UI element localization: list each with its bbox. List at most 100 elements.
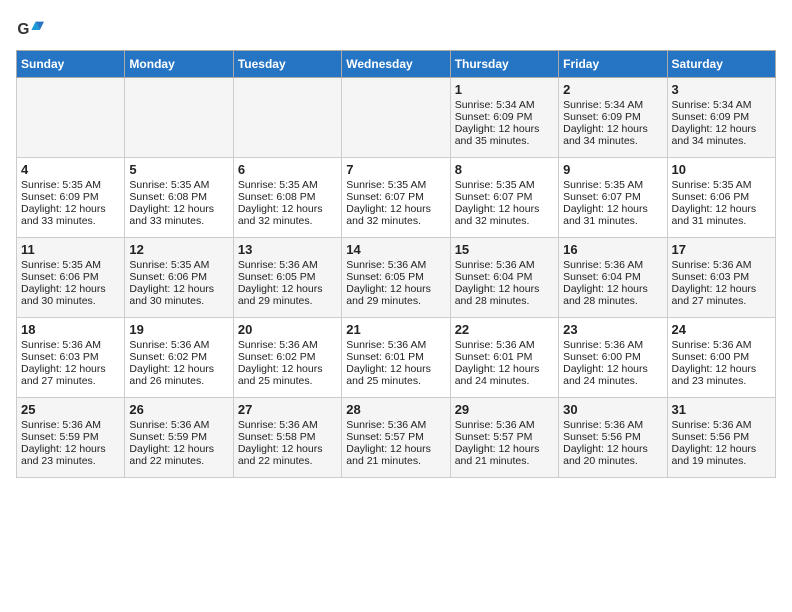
calendar-cell: 10Sunrise: 5:35 AMSunset: 6:06 PMDayligh…: [667, 158, 775, 238]
day-number: 14: [346, 242, 445, 257]
calendar-cell: 18Sunrise: 5:36 AMSunset: 6:03 PMDayligh…: [17, 318, 125, 398]
day-info: Daylight: 12 hours: [21, 283, 120, 295]
calendar-cell: 23Sunrise: 5:36 AMSunset: 6:00 PMDayligh…: [559, 318, 667, 398]
calendar-cell: 8Sunrise: 5:35 AMSunset: 6:07 PMDaylight…: [450, 158, 558, 238]
day-info: and 26 minutes.: [129, 375, 228, 387]
day-info: Sunrise: 5:36 AM: [455, 419, 554, 431]
day-number: 2: [563, 82, 662, 97]
day-info: and 30 minutes.: [129, 295, 228, 307]
day-info: and 29 minutes.: [238, 295, 337, 307]
day-info: Sunrise: 5:36 AM: [455, 259, 554, 271]
day-info: and 23 minutes.: [672, 375, 771, 387]
day-info: and 31 minutes.: [563, 215, 662, 227]
calendar-cell: 25Sunrise: 5:36 AMSunset: 5:59 PMDayligh…: [17, 398, 125, 478]
day-info: and 32 minutes.: [238, 215, 337, 227]
calendar-cell: [342, 78, 450, 158]
calendar-cell: 12Sunrise: 5:35 AMSunset: 6:06 PMDayligh…: [125, 238, 233, 318]
calendar-cell: 4Sunrise: 5:35 AMSunset: 6:09 PMDaylight…: [17, 158, 125, 238]
day-info: Sunset: 6:04 PM: [455, 271, 554, 283]
day-info: Daylight: 12 hours: [672, 123, 771, 135]
day-info: Daylight: 12 hours: [346, 283, 445, 295]
day-info: Sunrise: 5:36 AM: [238, 419, 337, 431]
day-info: Sunrise: 5:35 AM: [455, 179, 554, 191]
day-info: Daylight: 12 hours: [21, 203, 120, 215]
day-info: Sunrise: 5:36 AM: [346, 339, 445, 351]
day-info: Daylight: 12 hours: [129, 443, 228, 455]
day-info: Daylight: 12 hours: [455, 283, 554, 295]
day-info: and 25 minutes.: [346, 375, 445, 387]
day-info: Sunset: 6:01 PM: [455, 351, 554, 363]
day-info: Sunset: 6:08 PM: [238, 191, 337, 203]
day-info: Daylight: 12 hours: [129, 203, 228, 215]
day-info: Daylight: 12 hours: [238, 363, 337, 375]
day-info: Sunrise: 5:35 AM: [129, 259, 228, 271]
calendar-cell: 17Sunrise: 5:36 AMSunset: 6:03 PMDayligh…: [667, 238, 775, 318]
day-info: and 22 minutes.: [238, 455, 337, 467]
page-header: G: [16, 16, 776, 44]
day-info: and 21 minutes.: [455, 455, 554, 467]
calendar-cell: 21Sunrise: 5:36 AMSunset: 6:01 PMDayligh…: [342, 318, 450, 398]
calendar-cell: 11Sunrise: 5:35 AMSunset: 6:06 PMDayligh…: [17, 238, 125, 318]
day-info: Daylight: 12 hours: [672, 203, 771, 215]
day-info: Sunrise: 5:36 AM: [129, 419, 228, 431]
header-wednesday: Wednesday: [342, 51, 450, 78]
day-info: Sunset: 5:59 PM: [21, 431, 120, 443]
day-info: Daylight: 12 hours: [672, 363, 771, 375]
day-info: Sunrise: 5:36 AM: [21, 339, 120, 351]
day-number: 16: [563, 242, 662, 257]
day-info: and 21 minutes.: [346, 455, 445, 467]
calendar-cell: 30Sunrise: 5:36 AMSunset: 5:56 PMDayligh…: [559, 398, 667, 478]
day-info: Sunrise: 5:36 AM: [238, 259, 337, 271]
day-info: Sunset: 6:05 PM: [346, 271, 445, 283]
day-info: Daylight: 12 hours: [455, 363, 554, 375]
svg-text:G: G: [17, 21, 29, 38]
day-info: Sunrise: 5:34 AM: [672, 99, 771, 111]
day-info: and 24 minutes.: [455, 375, 554, 387]
day-info: Sunset: 6:05 PM: [238, 271, 337, 283]
calendar-table: SundayMondayTuesdayWednesdayThursdayFrid…: [16, 50, 776, 478]
day-number: 3: [672, 82, 771, 97]
day-number: 27: [238, 402, 337, 417]
day-info: Sunset: 6:03 PM: [672, 271, 771, 283]
day-info: Daylight: 12 hours: [563, 443, 662, 455]
day-info: Sunset: 6:07 PM: [563, 191, 662, 203]
day-info: Sunset: 6:03 PM: [21, 351, 120, 363]
calendar-week-row: 25Sunrise: 5:36 AMSunset: 5:59 PMDayligh…: [17, 398, 776, 478]
day-info: Sunrise: 5:36 AM: [672, 339, 771, 351]
day-number: 19: [129, 322, 228, 337]
day-info: Sunset: 5:56 PM: [563, 431, 662, 443]
day-info: Daylight: 12 hours: [563, 363, 662, 375]
day-info: and 33 minutes.: [21, 215, 120, 227]
day-info: Sunrise: 5:35 AM: [129, 179, 228, 191]
calendar-cell: 26Sunrise: 5:36 AMSunset: 5:59 PMDayligh…: [125, 398, 233, 478]
calendar-cell: 19Sunrise: 5:36 AMSunset: 6:02 PMDayligh…: [125, 318, 233, 398]
day-info: Sunset: 6:02 PM: [238, 351, 337, 363]
day-info: Sunrise: 5:36 AM: [238, 339, 337, 351]
calendar-cell: 16Sunrise: 5:36 AMSunset: 6:04 PMDayligh…: [559, 238, 667, 318]
day-info: Daylight: 12 hours: [455, 123, 554, 135]
day-info: Sunset: 6:06 PM: [672, 191, 771, 203]
day-number: 28: [346, 402, 445, 417]
calendar-week-row: 18Sunrise: 5:36 AMSunset: 6:03 PMDayligh…: [17, 318, 776, 398]
day-info: Sunrise: 5:35 AM: [563, 179, 662, 191]
day-number: 6: [238, 162, 337, 177]
day-info: Sunset: 6:04 PM: [563, 271, 662, 283]
calendar-cell: 2Sunrise: 5:34 AMSunset: 6:09 PMDaylight…: [559, 78, 667, 158]
day-info: Daylight: 12 hours: [563, 283, 662, 295]
day-info: Sunrise: 5:36 AM: [346, 419, 445, 431]
day-info: Sunset: 6:07 PM: [455, 191, 554, 203]
day-info: and 27 minutes.: [21, 375, 120, 387]
header-friday: Friday: [559, 51, 667, 78]
day-number: 4: [21, 162, 120, 177]
calendar-cell: 7Sunrise: 5:35 AMSunset: 6:07 PMDaylight…: [342, 158, 450, 238]
day-info: Daylight: 12 hours: [346, 203, 445, 215]
day-info: Sunrise: 5:36 AM: [346, 259, 445, 271]
day-number: 24: [672, 322, 771, 337]
header-tuesday: Tuesday: [233, 51, 341, 78]
day-number: 18: [21, 322, 120, 337]
day-info: Sunset: 5:59 PM: [129, 431, 228, 443]
day-info: Sunset: 6:01 PM: [346, 351, 445, 363]
calendar-header-row: SundayMondayTuesdayWednesdayThursdayFrid…: [17, 51, 776, 78]
day-info: Sunrise: 5:35 AM: [21, 179, 120, 191]
calendar-cell: 15Sunrise: 5:36 AMSunset: 6:04 PMDayligh…: [450, 238, 558, 318]
